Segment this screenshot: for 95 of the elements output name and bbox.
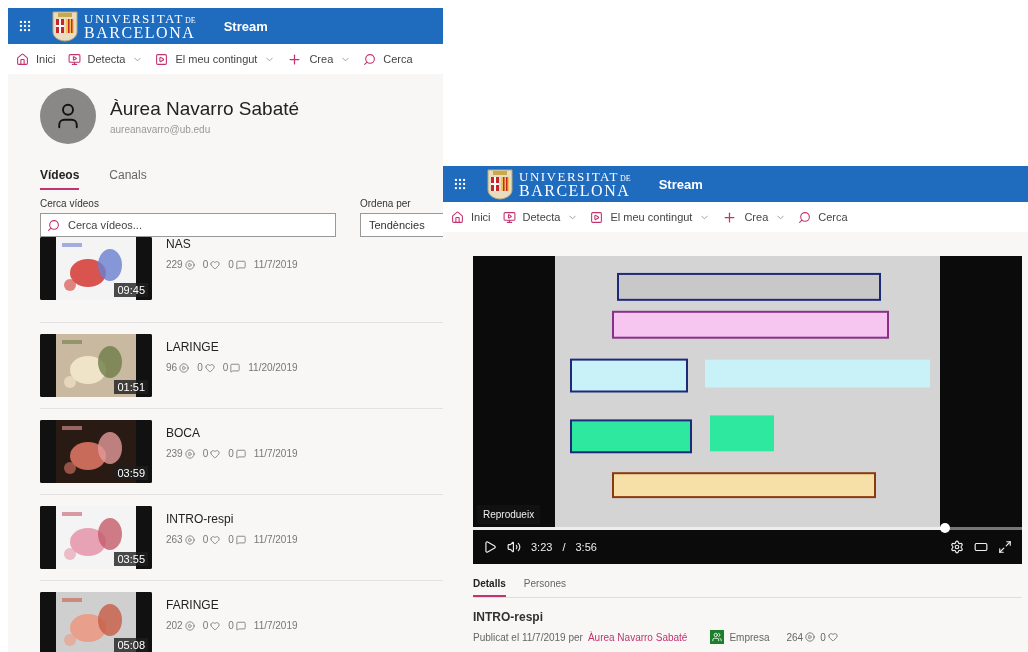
published-text: Publicat el 11/7/2019 per (473, 631, 583, 643)
comment-count: 0 (228, 448, 246, 459)
search-icon (47, 218, 60, 232)
video-title[interactable]: BOCA (166, 426, 298, 440)
search-icon (798, 210, 812, 224)
nav-item[interactable]: Crea (722, 209, 787, 225)
brand-name: BARCELONA (84, 24, 196, 41)
crest-icon (52, 10, 78, 42)
video-date: 11/7/2019 (253, 259, 298, 270)
duration-label: 09:45 (114, 283, 148, 297)
like-count: 0 (197, 362, 215, 373)
video-thumbnail[interactable]: 03:59 (40, 420, 152, 483)
plus-icon (287, 51, 303, 67)
fullscreen-icon[interactable] (998, 540, 1012, 554)
video-title[interactable]: FARINGE (166, 598, 298, 612)
video-date: 11/20/2019 (248, 362, 298, 373)
play-square-icon (590, 210, 604, 224)
current-time: 3:23 (531, 541, 553, 553)
nav-item[interactable]: Crea (287, 51, 352, 67)
video-title[interactable]: NAS (166, 237, 298, 251)
view-count: 264 (786, 631, 816, 643)
search-icon (363, 52, 377, 66)
profile-email: aureanavarro@ub.edu (110, 123, 212, 135)
video-thumbnail[interactable]: 05:08 (40, 592, 152, 652)
time-separator: / (562, 541, 566, 553)
video-title[interactable]: LARINGE (166, 340, 298, 354)
like-count: 0 (202, 620, 221, 631)
comment-count: 0 (222, 362, 241, 373)
search-field[interactable]: Cerca vídeos... (40, 213, 336, 237)
view-count: 229 (166, 259, 195, 270)
plus-icon (722, 209, 738, 225)
video-player[interactable]: Reprodueix 3:23 / 3:56 (473, 256, 1022, 564)
field-label: Cerca vídeos (40, 198, 100, 209)
video-date: 11/7/2019 (253, 620, 298, 631)
like-count: 0 (202, 448, 221, 459)
field-label: Ordena per (360, 198, 412, 209)
view-count: 202 (166, 620, 195, 631)
video-date: 11/7/2019 (253, 534, 298, 545)
app-name: Stream (658, 176, 703, 192)
video-title[interactable]: INTRO-respi (166, 512, 298, 526)
play-button[interactable] (483, 540, 497, 554)
author-link[interactable]: Àurea Navarro Sabaté (587, 631, 688, 643)
sort-dropdown[interactable]: Tendències (360, 213, 443, 237)
brand-name: UNIVERSITAT (519, 169, 619, 183)
play-square-icon (155, 52, 169, 66)
search-input[interactable]: Cerca vídeos... (66, 218, 335, 232)
crest-icon (487, 168, 513, 200)
tooltip: Reprodueix (477, 505, 541, 524)
tab[interactable]: Canals (109, 168, 147, 190)
view-count: 239 (166, 448, 195, 459)
like-count: 0 (202, 259, 221, 270)
video-title: INTRO-respi (473, 610, 544, 624)
theater-mode-icon[interactable] (974, 540, 988, 554)
brand-name: DE (184, 16, 196, 25)
nav-item[interactable]: Detecta (502, 210, 579, 224)
comment-count: 0 (228, 620, 246, 631)
brand-name: BARCELONA (519, 182, 631, 199)
duration-label: 05:08 (114, 638, 148, 652)
home-icon (451, 210, 464, 224)
monitor-icon (67, 52, 81, 66)
monitor-icon (502, 210, 516, 224)
video-thumbnail[interactable]: 09:45 (40, 237, 152, 300)
view-count: 263 (166, 534, 195, 545)
group-icon (710, 630, 725, 644)
avatar (40, 88, 96, 144)
nav-item[interactable]: Cerca (363, 52, 413, 66)
comment-count: 0 (228, 534, 246, 545)
nav-item[interactable]: Cerca (798, 210, 848, 224)
visibility-label: Empresa (729, 631, 770, 643)
volume-icon[interactable] (507, 540, 521, 554)
profile-name: Àurea Navarro Sabaté (110, 97, 300, 120)
duration-label: 03:59 (114, 466, 148, 480)
nav-item[interactable]: El meu contingut (590, 210, 711, 224)
duration-label: 01:51 (114, 380, 148, 394)
tab[interactable]: Persones (523, 578, 567, 597)
duration-label: 03:55 (114, 552, 148, 566)
app-name: Stream (223, 18, 268, 34)
nav-item[interactable]: Inici (451, 210, 491, 224)
video-thumbnail[interactable]: 03:55 (40, 506, 152, 569)
tab[interactable]: Detalls (473, 578, 506, 597)
comment-count: 0 (228, 259, 246, 270)
video-date: 11/7/2019 (253, 448, 298, 459)
video-thumbnail[interactable]: 01:51 (40, 334, 152, 397)
nav-item[interactable]: Detecta (67, 52, 144, 66)
settings-icon[interactable] (950, 540, 964, 554)
tab[interactable]: Vídeos (40, 168, 80, 190)
home-icon (16, 52, 29, 66)
nav-item[interactable]: Inici (16, 52, 56, 66)
view-count: 96 (166, 362, 190, 373)
brand-name: UNIVERSITAT (84, 11, 184, 25)
nav-item[interactable]: El meu contingut (155, 52, 276, 66)
brand-name: DE (619, 174, 631, 183)
total-time: 3:56 (575, 541, 597, 553)
like-count: 0 (202, 534, 221, 545)
like-count: 0 (820, 631, 838, 643)
